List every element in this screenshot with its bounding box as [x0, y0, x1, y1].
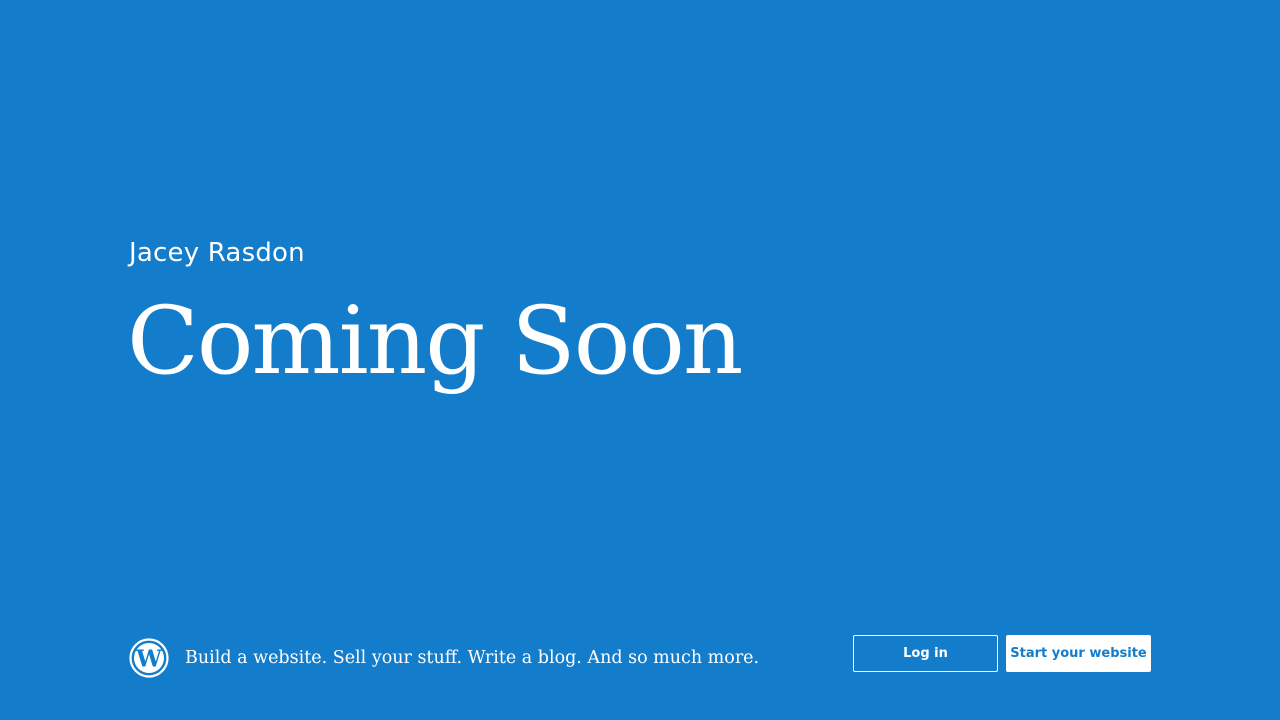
svg-text:W: W: [135, 646, 163, 673]
site-title: Jacey Rasdon: [129, 238, 305, 268]
promo-tagline: Build a website. Sell your stuff. Write …: [185, 648, 760, 668]
login-button[interactable]: Log in: [853, 635, 998, 672]
wordpress-logo-icon[interactable]: W: [129, 638, 169, 678]
coming-soon-headline: Coming Soon: [127, 287, 743, 396]
start-website-button[interactable]: Start your website: [1006, 635, 1151, 672]
footer-promo: W Build a website. Sell your stuff. Writ…: [129, 638, 759, 678]
